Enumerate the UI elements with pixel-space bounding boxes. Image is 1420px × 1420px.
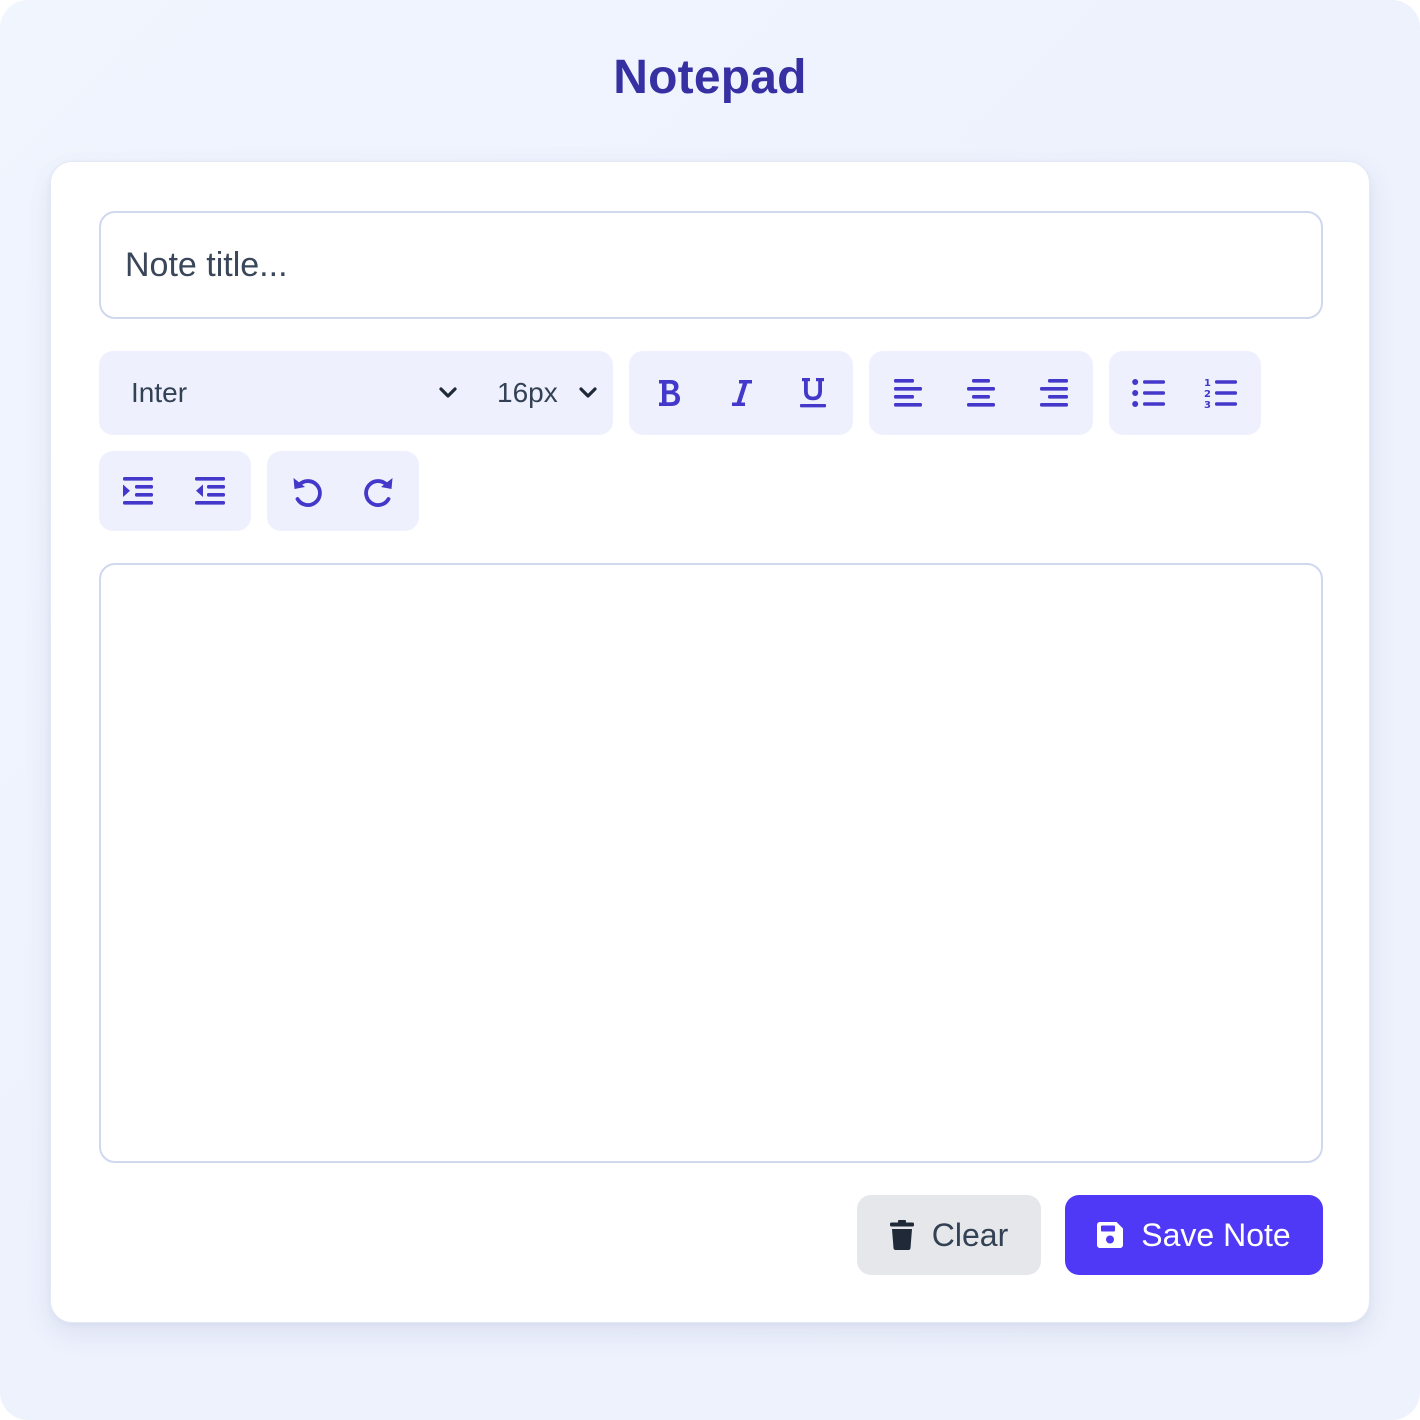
undo-icon xyxy=(290,474,324,508)
save-note-button[interactable]: Save Note xyxy=(1065,1195,1323,1275)
italic-button[interactable] xyxy=(711,363,771,423)
list-group: 123 xyxy=(1109,351,1261,435)
text-style-group xyxy=(629,351,853,435)
align-right-icon xyxy=(1038,378,1068,408)
svg-text:2: 2 xyxy=(1204,389,1211,400)
clear-label: Clear xyxy=(931,1216,1009,1253)
app-background: Notepad Inter 16px xyxy=(0,0,1420,1420)
svg-text:1: 1 xyxy=(1204,378,1211,389)
clear-button[interactable]: Clear xyxy=(857,1195,1041,1275)
page-title: Notepad xyxy=(613,51,807,104)
svg-text:3: 3 xyxy=(1204,400,1211,409)
trash-icon xyxy=(889,1220,914,1250)
bullet-list-icon xyxy=(1132,378,1166,408)
redo-icon xyxy=(362,474,396,508)
align-center-icon xyxy=(966,378,996,408)
chevron-down-icon xyxy=(438,351,458,435)
align-left-button[interactable] xyxy=(879,363,939,423)
outdent-icon xyxy=(195,476,227,506)
redo-button[interactable] xyxy=(349,461,409,521)
indent-icon xyxy=(123,476,155,506)
bold-button[interactable] xyxy=(639,363,699,423)
undo-button[interactable] xyxy=(277,461,337,521)
note-title-input[interactable] xyxy=(99,211,1323,319)
numbered-list-icon: 123 xyxy=(1204,377,1238,409)
underline-button[interactable] xyxy=(783,363,843,423)
font-family-select[interactable]: Inter xyxy=(131,351,461,435)
align-center-button[interactable] xyxy=(951,363,1011,423)
font-family-value: Inter xyxy=(131,377,188,408)
indent-group xyxy=(99,451,251,531)
alignment-group xyxy=(869,351,1093,435)
save-icon xyxy=(1097,1222,1124,1248)
note-content-editor[interactable] xyxy=(99,563,1323,1163)
font-size-value: 16px xyxy=(497,377,558,408)
notepad-card: Inter 16px xyxy=(50,161,1370,1323)
align-right-button[interactable] xyxy=(1023,363,1083,423)
indent-button[interactable] xyxy=(109,461,169,521)
save-label: Save Note xyxy=(1141,1216,1291,1253)
numbered-list-button[interactable]: 123 xyxy=(1191,363,1251,423)
chevron-down-icon xyxy=(578,351,598,435)
bold-icon xyxy=(655,377,683,409)
italic-icon xyxy=(728,377,754,409)
underline-icon xyxy=(798,376,828,410)
history-group xyxy=(267,451,419,531)
align-left-icon xyxy=(894,378,924,408)
bullet-list-button[interactable] xyxy=(1119,363,1179,423)
font-controls-group: Inter 16px xyxy=(99,351,613,435)
outdent-button[interactable] xyxy=(181,461,241,521)
